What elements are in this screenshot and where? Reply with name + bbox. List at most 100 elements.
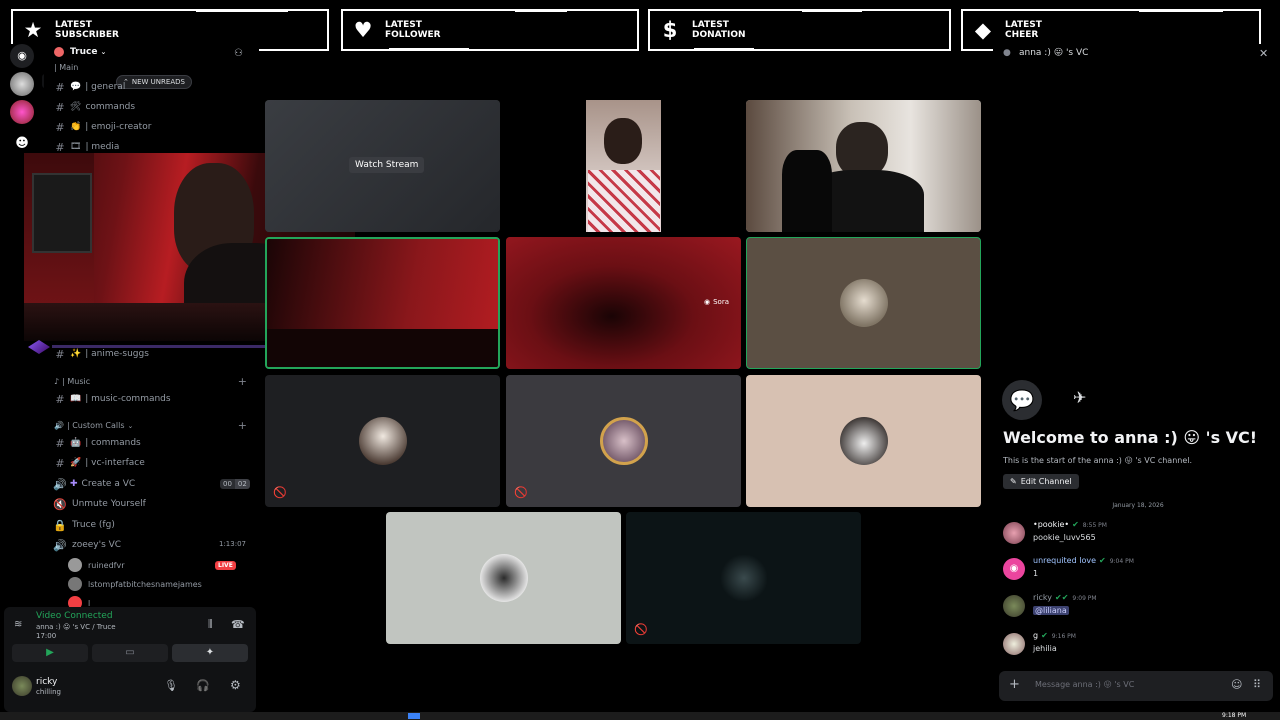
activities-button[interactable]: ✦ <box>172 644 248 662</box>
mic-muted-icon: 🚫 <box>514 486 528 499</box>
user-panel: ≋ Video Connected anna :) 😛 's VC / Truc… <box>4 607 256 712</box>
hash-icon: # <box>55 436 65 450</box>
message-composer[interactable]: + Message anna :) 😛 's VC ☺ ⠿ <box>999 671 1273 701</box>
attach-plus-icon[interactable]: + <box>1009 677 1020 692</box>
close-icon[interactable]: ✕ <box>1259 47 1268 60</box>
chat-bubble-icon: 💬 <box>1002 380 1042 420</box>
microphone-icon[interactable]: 🎙 <box>164 679 178 692</box>
speaker-icon: 🔊 <box>53 538 67 552</box>
category-music[interactable]: ♪ | Music <box>54 377 90 386</box>
discord-home-icon[interactable]: ◉ <box>10 44 34 68</box>
noise-suppression-icon[interactable]: ⫼ <box>208 619 213 630</box>
server-badge-icon <box>54 47 64 57</box>
tile-avatar-participant[interactable]: 🚫 <box>265 375 500 507</box>
lock-icon: 🔒 <box>53 518 67 532</box>
channel-vc-interface[interactable]: # 🚀 | vc-interface <box>52 454 144 472</box>
message-author: g <box>1033 631 1039 640</box>
chat-message[interactable]: ◉ unrequited love ✔ 9:04 PM 1 <box>1003 556 1273 588</box>
tile-avatar-participant[interactable] <box>746 375 981 507</box>
chevron-down-icon: ⌄ <box>127 421 134 430</box>
chat-message[interactable]: g ✔ 9:16 PM jehilia <box>1003 631 1273 663</box>
chat-message[interactable]: ricky ✔✔ 9:09 PM @liliana <box>1003 593 1273 625</box>
voice-user[interactable]: ruinedfvr <box>68 556 125 574</box>
voice-user[interactable]: lstompfatbitchesnamejames <box>68 575 202 593</box>
voice-signal-icon: ≋ <box>14 619 23 630</box>
channel-music-commands[interactable]: # 📖 | music-commands <box>52 390 170 408</box>
message-author: ricky <box>1033 593 1052 602</box>
avatar <box>479 554 528 602</box>
hand-icon: 👏 <box>70 122 82 132</box>
windows-taskbar: 9:18 PM <box>0 712 1280 720</box>
voice-unmute-yourself[interactable]: 🔇 Unmute Yourself <box>52 495 146 513</box>
avatar <box>358 417 407 465</box>
avatar <box>839 417 888 465</box>
channel-decoration-icon: ✈ <box>1073 388 1087 407</box>
alert-label: LATEST DONATION <box>692 20 746 40</box>
tile-avatar-participant[interactable] <box>386 512 621 644</box>
voice-zoeys-vc[interactable]: 🔊 zoeey's VC <box>52 536 121 554</box>
new-unreads-pill[interactable]: ⌃ NEW UNREADS <box>116 75 192 89</box>
tile-avatar-participant[interactable]: 🚫 <box>626 512 861 644</box>
channel-commands[interactable]: # 🛠 commands <box>52 98 135 116</box>
plus-icon: ✚ <box>70 479 78 489</box>
voice-create-vc[interactable]: 🔊 ✚ Create a VC <box>52 475 135 493</box>
alert-label: LATEST CHEER <box>1005 20 1042 40</box>
add-member-icon[interactable]: ⚇ <box>234 48 243 59</box>
add-channel-icon[interactable]: + <box>238 419 247 432</box>
category-custom-calls[interactable]: 🔊 | Custom Calls ⌄ <box>54 421 133 430</box>
hash-icon: # <box>55 392 65 406</box>
avatar <box>839 279 888 327</box>
disconnect-icon[interactable]: ☎ <box>231 618 245 631</box>
pencil-icon: ✎ <box>1010 477 1017 486</box>
tile-stream-preview[interactable] <box>265 237 500 369</box>
tile-video-participant[interactable] <box>506 100 741 232</box>
dollar-icon: $ <box>662 18 678 42</box>
channel-cc-commands[interactable]: # 🤖 | commands <box>52 434 140 452</box>
mic-muted-icon: 🚫 <box>273 486 287 499</box>
mic-muted-icon: 🚫 <box>634 623 648 636</box>
welcome-subtitle: This is the start of the anna :) 😛 's VC… <box>1003 456 1193 465</box>
tile-avatar-participant[interactable] <box>746 237 981 369</box>
tile-screen-share[interactable]: Watch Stream <box>265 100 500 232</box>
headphones-icon[interactable]: 🎧 <box>196 679 210 692</box>
book-icon: 📖 <box>70 394 82 404</box>
channel-emoji-creator[interactable]: # 👏 | emoji-creator <box>52 118 151 136</box>
chat-message[interactable]: •pookie• ✔ 8:55 PM pookie_luvv565 <box>1003 520 1273 552</box>
chevron-down-icon: ⌄ <box>100 48 107 56</box>
voice-timer: 1:13:07 <box>219 540 246 548</box>
windows-start-icon[interactable] <box>408 713 420 719</box>
chat-bubble-icon: 💬 <box>70 82 82 92</box>
server-header[interactable]: Truce ⌄ <box>54 47 106 57</box>
rocket-icon: 🚀 <box>70 458 82 468</box>
avatar <box>1003 633 1025 655</box>
settings-gear-icon[interactable]: ⚙ <box>230 678 241 692</box>
edit-channel-button[interactable]: ✎ Edit Channel <box>1003 474 1079 489</box>
apps-grid-icon[interactable]: ⠿ <box>1253 678 1261 691</box>
tile-avatar-participant[interactable]: 🚫 <box>506 375 741 507</box>
category-main[interactable]: | Main <box>54 63 78 72</box>
taskbar-clock: 9:18 PM <box>1222 712 1247 719</box>
message-mention[interactable]: @liliana <box>1033 606 1069 615</box>
hash-icon: # <box>55 100 65 114</box>
server-icon-pink[interactable] <box>10 100 34 124</box>
tile-video-participant[interactable] <box>746 100 981 232</box>
voice-truce-fg[interactable]: 🔒 Truce (fg) <box>52 516 115 534</box>
avatar <box>68 558 82 572</box>
watch-stream-button[interactable]: Watch Stream <box>349 157 425 173</box>
composer-placeholder: Message anna :) 😛 's VC <box>1035 680 1135 689</box>
music-note-icon: ♪ <box>54 377 60 386</box>
message-time: 9:04 PM <box>1109 558 1134 565</box>
tile-video-sora[interactable]: ◉ Sora <box>506 237 741 369</box>
add-channel-icon[interactable]: + <box>238 375 247 388</box>
film-icon: 🎞 <box>70 142 82 152</box>
avatar[interactable] <box>12 676 32 696</box>
star-icon: ★ <box>23 18 43 42</box>
channel-general[interactable]: # 💬 | general <box>52 78 125 96</box>
server-icon-jelly[interactable] <box>10 72 34 96</box>
screen-share-button[interactable]: ▭ <box>92 644 168 662</box>
speaker-icon: 🔊 <box>53 477 67 491</box>
hash-icon: # <box>55 140 65 154</box>
emoji-icon[interactable]: ☺ <box>1231 678 1242 691</box>
verified-badge-icon: ✔ <box>1072 520 1079 529</box>
camera-button[interactable]: ▶ <box>12 644 88 662</box>
